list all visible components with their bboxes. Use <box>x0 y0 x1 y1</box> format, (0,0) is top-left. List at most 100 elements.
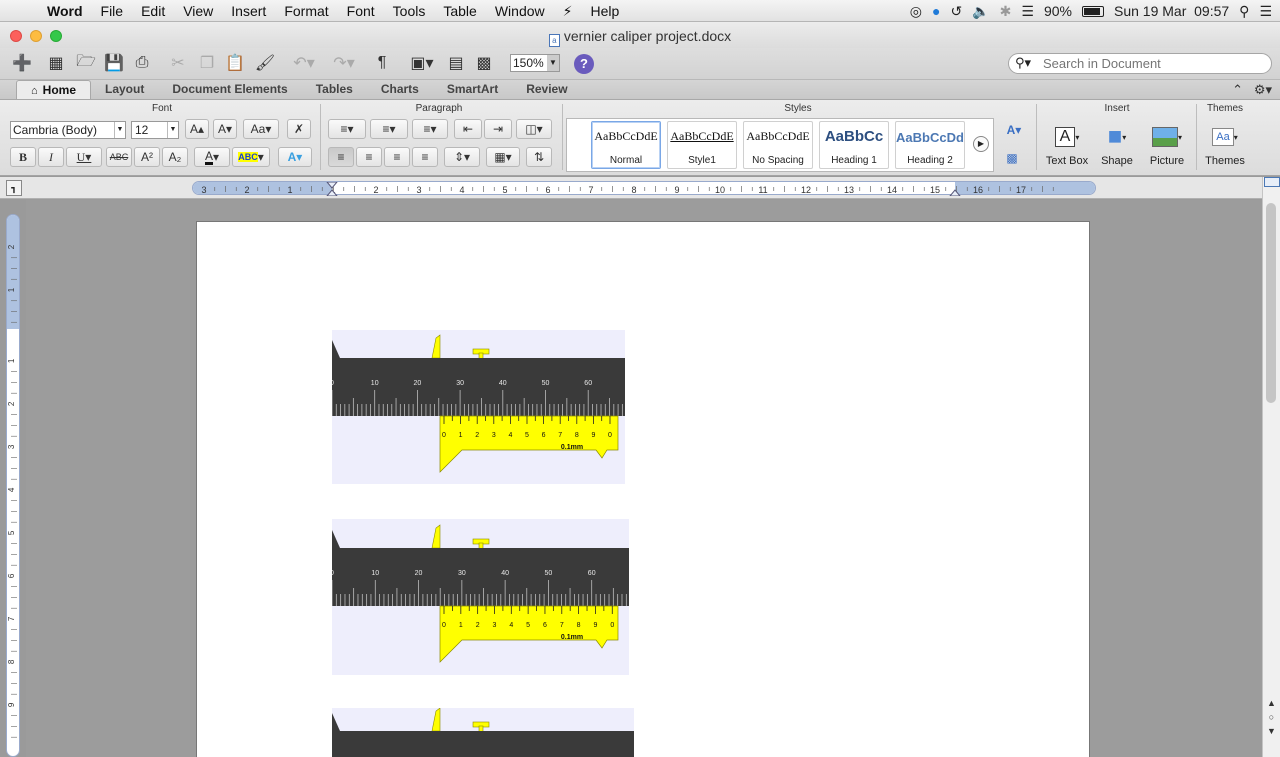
toolbox-icon[interactable]: ▩ <box>472 52 496 74</box>
format-painter-icon[interactable]: 🖌 <box>253 52 277 74</box>
menu-app-name[interactable]: Word <box>38 0 92 22</box>
zoom-select[interactable]: 150% ▼ <box>510 54 560 72</box>
text-effects-icon[interactable]: A▾ <box>278 147 312 167</box>
menu-window[interactable]: Window <box>486 0 554 22</box>
themes-button[interactable]: Aa ▾ Themes <box>1200 122 1250 167</box>
menu-view[interactable]: View <box>174 0 222 22</box>
align-left-button[interactable]: ≡ <box>328 147 354 167</box>
search-input[interactable] <box>1043 55 1263 72</box>
cut-icon[interactable]: ✂ <box>166 52 190 74</box>
tab-tables[interactable]: Tables <box>302 80 367 99</box>
clock[interactable]: Sun 19 Mar 09:57 <box>1114 3 1229 19</box>
menu-insert[interactable]: Insert <box>222 0 275 22</box>
tab-charts[interactable]: Charts <box>367 80 433 99</box>
style-normal[interactable]: AaBbCcDdE Normal <box>591 121 661 169</box>
redo-icon[interactable]: ↷▾ <box>326 52 362 74</box>
align-center-button[interactable]: ≡ <box>356 147 382 167</box>
grow-font-icon[interactable]: A▴ <box>185 119 209 139</box>
decrease-indent-icon[interactable]: ⇤ <box>454 119 482 139</box>
spotlight-search-icon[interactable]: ⚲ <box>1239 3 1249 20</box>
sidebar-icon[interactable]: ▤ <box>444 52 468 74</box>
menu-format[interactable]: Format <box>275 0 337 22</box>
tab-review[interactable]: Review <box>512 80 581 99</box>
creative-cloud-icon[interactable]: ◎ <box>910 3 922 20</box>
caliper-image-1[interactable]: 0 10 20 30 40 50 60 0 1 2 3 4 5 6 7 8 9 0 0.1mm <box>332 330 625 484</box>
shrink-font-icon[interactable]: A▾ <box>213 119 237 139</box>
volume-icon[interactable]: 🔈 <box>972 3 989 20</box>
menu-font[interactable]: Font <box>338 0 384 22</box>
battery-icon[interactable] <box>1081 5 1104 17</box>
strikethrough-button[interactable]: ABC <box>106 147 132 167</box>
font-color-icon[interactable]: A ▾ <box>194 147 230 167</box>
justify-button[interactable]: ≡ <box>412 147 438 167</box>
menu-file[interactable]: File <box>92 0 133 22</box>
help-icon[interactable]: ? <box>574 54 594 74</box>
browse-object-icon[interactable]: ○ <box>1265 711 1278 723</box>
line-spacing-icon[interactable]: ⇕▾ <box>444 147 480 167</box>
italic-button[interactable]: I <box>38 147 64 167</box>
bluetooth-icon[interactable]: ✱ <box>1000 3 1012 20</box>
new-document-icon[interactable]: ➕ <box>8 52 36 74</box>
view-layout-icon[interactable]: ▣▾ <box>404 52 440 74</box>
vertical-ruler[interactable]: 2 1 1 2 3 4 5 6 7 8 9 <box>6 214 20 757</box>
style-style1[interactable]: AaBbCcDdE Style1 <box>667 121 737 169</box>
search-document[interactable]: ⚲▾ <box>1008 53 1272 74</box>
tab-layout[interactable]: Layout <box>91 80 158 99</box>
chevron-down-icon[interactable]: ▼ <box>114 122 125 138</box>
split-handle[interactable] <box>1264 177 1280 187</box>
tab-smartart[interactable]: SmartArt <box>433 80 512 99</box>
open-icon[interactable]: 🗁 <box>74 52 98 74</box>
scrollbar-thumb[interactable] <box>1266 203 1276 403</box>
menu-table[interactable]: Table <box>434 0 485 22</box>
underline-button[interactable]: U▾ <box>66 147 102 167</box>
caliper-image-3[interactable] <box>332 708 634 757</box>
menu-tools[interactable]: Tools <box>384 0 435 22</box>
picture-button[interactable]: ▾ Picture <box>1142 122 1192 167</box>
next-styles-icon[interactable]: ▶ <box>973 136 989 152</box>
wifi-icon[interactable]: ☰ <box>1021 3 1034 20</box>
paste-icon[interactable]: 📋 <box>223 52 247 74</box>
tab-home[interactable]: ⌂ Home <box>16 80 91 99</box>
time-machine-icon[interactable]: ↺ <box>950 3 962 20</box>
chevron-down-icon[interactable]: ▼ <box>167 122 178 138</box>
menu-help[interactable]: Help <box>581 0 628 22</box>
numbering-icon[interactable]: ≡▾ <box>370 119 408 139</box>
bullets-icon[interactable]: ≡▾ <box>328 119 366 139</box>
style-set-icon[interactable]: A▾ <box>1000 120 1028 140</box>
styles-gallery[interactable]: AaBbCcDdE Normal AaBbCcDdE Style1 AaBbCc… <box>566 118 994 172</box>
borders-icon[interactable]: ▦▾ <box>486 147 520 167</box>
ribbon-settings-icon[interactable]: ⚙▾ <box>1254 82 1272 97</box>
increase-indent-icon[interactable]: ⇥ <box>484 119 512 139</box>
templates-icon[interactable]: ▦ <box>44 52 68 74</box>
highlight-color-icon[interactable]: ABC ▾ <box>232 147 270 167</box>
styles-pane-icon[interactable]: ▩ <box>1000 148 1024 168</box>
notification-center-icon[interactable]: ☰ <box>1259 3 1272 20</box>
shazam-icon[interactable]: ● <box>932 3 940 19</box>
print-icon[interactable]: ⎙ <box>130 52 154 74</box>
tab-stop-selector-icon[interactable]: ┓ <box>6 180 22 196</box>
collapse-ribbon-icon[interactable]: ⌃ <box>1232 82 1243 97</box>
style-heading-1[interactable]: AaBbCc Heading 1 <box>819 121 889 169</box>
bold-button[interactable]: B <box>10 147 36 167</box>
sort-icon[interactable]: ⇅ <box>526 147 552 167</box>
undo-icon[interactable]: ↶▾ <box>286 52 322 74</box>
document-page[interactable] <box>196 221 1090 757</box>
change-case-icon[interactable]: Aa▾ <box>243 119 279 139</box>
next-page-icon[interactable]: ▼ <box>1265 725 1278 737</box>
show-formatting-icon[interactable]: ¶ <box>370 52 394 74</box>
save-icon[interactable]: 💾 <box>102 52 126 74</box>
subscript-button[interactable]: A₂ <box>162 147 188 167</box>
columns-icon[interactable]: ◫▾ <box>516 119 552 139</box>
chevron-down-icon[interactable]: ▼ <box>547 55 559 71</box>
align-right-button[interactable]: ≡ <box>384 147 410 167</box>
shape-button[interactable]: ■ ▾ Shape <box>1092 122 1142 167</box>
font-name-select[interactable]: Cambria (Body) ▼ <box>10 121 126 139</box>
text-box-button[interactable]: A ▾ Text Box <box>1042 122 1092 167</box>
style-no-spacing[interactable]: AaBbCcDdE No Spacing <box>743 121 813 169</box>
style-heading-2[interactable]: AaBbCcDd Heading 2 <box>895 121 965 169</box>
menu-edit[interactable]: Edit <box>132 0 174 22</box>
tab-document-elements[interactable]: Document Elements <box>158 80 301 99</box>
copy-icon[interactable]: ❐ <box>195 52 219 74</box>
clear-formatting-icon[interactable]: ✗ <box>287 119 311 139</box>
multilevel-list-icon[interactable]: ≡▾ <box>412 119 448 139</box>
